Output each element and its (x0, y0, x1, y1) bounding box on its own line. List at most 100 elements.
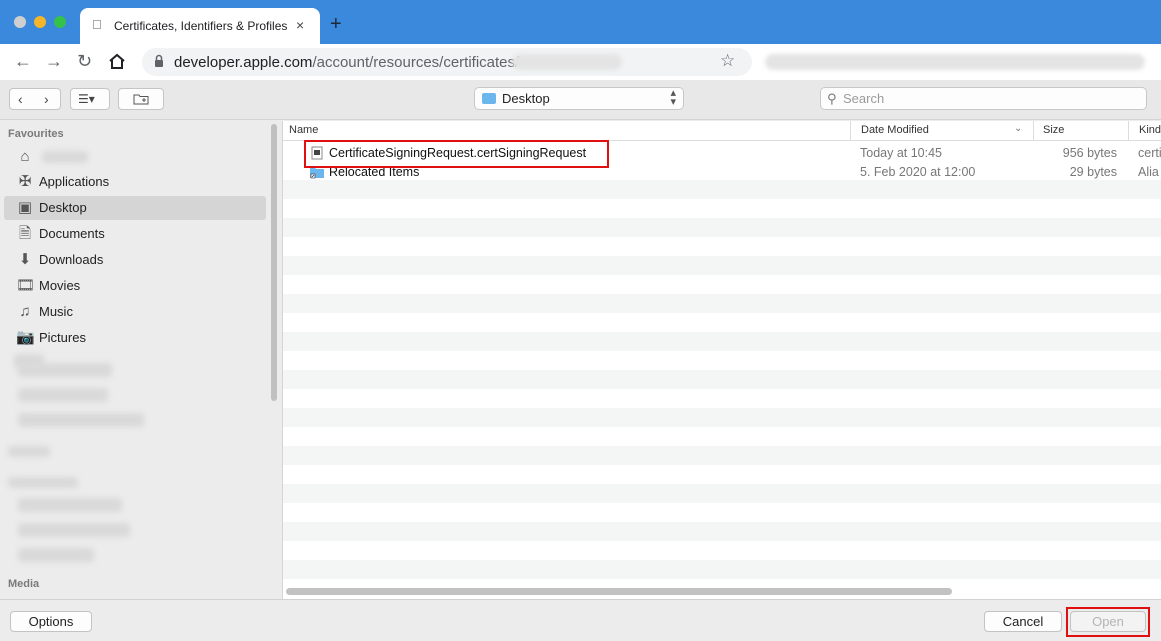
reload-icon[interactable]: ↻ (77, 52, 92, 70)
row-stripe (283, 256, 1161, 275)
sidebar-item-label: Music (39, 304, 73, 319)
new-folder-button[interactable] (118, 88, 164, 110)
minimize-window-button[interactable] (34, 16, 46, 28)
sidebar: Favourites ⌂ ✠ Applications ▣ Desktop 🗎 … (0, 121, 282, 599)
redacted-username (42, 151, 88, 163)
view-options-button[interactable]: ☰▾ (70, 88, 110, 110)
file-rows: CertificateSigningRequest.certSigningReq… (283, 142, 1161, 585)
highlight-annotation (1066, 607, 1150, 637)
sidebar-item-movies[interactable]: 🎞 Movies (4, 274, 266, 298)
desktop-icon: ▣ (17, 199, 33, 216)
sidebar-item-pictures[interactable]: 📷 Pictures (4, 326, 266, 350)
row-stripe (283, 560, 1161, 579)
cancel-button[interactable]: Cancel (984, 611, 1062, 632)
sidebar-item-label: Applications (39, 174, 110, 189)
location-popup[interactable]: Desktop ▴ ▾ (474, 87, 684, 110)
file-date: 5. Feb 2020 at 12:00 (860, 165, 976, 179)
browser-tab[interactable]:  Certificates, Identifiers & Profiles × (80, 8, 320, 44)
home-icon[interactable] (108, 53, 126, 70)
folder-icon (482, 93, 496, 104)
dialog-toolbar: ‹ › ☰▾ Desktop ▴ ▾ ⚲ (0, 80, 1161, 120)
row-stripe (283, 218, 1161, 237)
address-bar[interactable]: developer.apple.com/account/resources/ce… (142, 48, 752, 76)
sidebar-item-label: Movies (39, 278, 81, 293)
search-input[interactable] (843, 90, 1133, 107)
redacted-sidebar-item (18, 523, 130, 537)
file-size: 29 bytes (1069, 165, 1117, 179)
sidebar-item-label: Pictures (39, 330, 86, 345)
lock-icon (155, 54, 163, 67)
redacted-sidebar-item (18, 548, 94, 562)
row-stripe (283, 408, 1161, 427)
options-button[interactable]: Options (10, 611, 92, 632)
redacted-extensions (765, 54, 1145, 70)
column-separator (1033, 121, 1034, 141)
apple-icon:  (92, 18, 106, 32)
highlight-annotation (304, 140, 609, 168)
row-stripe (283, 484, 1161, 503)
bookmark-star-icon[interactable]: ☆ (720, 51, 735, 71)
column-name[interactable]: Name (289, 124, 318, 136)
sidebar-scrollbar[interactable] (271, 124, 277, 401)
row-stripe (283, 294, 1161, 313)
column-size[interactable]: Size (1043, 124, 1064, 136)
chevron-left-icon[interactable]: ‹ (18, 91, 23, 107)
browser-tabstrip:  Certificates, Identifiers & Profiles ×… (0, 0, 1161, 44)
dialog-bottom-bar: Options Cancel Open (0, 599, 1161, 641)
sort-chevron-icon: ⌄ (1014, 123, 1023, 134)
sidebar-item-label: Documents (39, 226, 105, 241)
new-folder-icon (133, 94, 149, 105)
redacted-sidebar-item (18, 413, 144, 427)
movies-icon: 🎞 (16, 277, 36, 294)
music-icon: ♫ (19, 303, 31, 320)
url-host: developer.apple.com (174, 54, 313, 71)
sidebar-item-label: Downloads (39, 252, 104, 267)
search-field[interactable]: ⚲ (820, 87, 1147, 110)
media-heading: Media (8, 578, 40, 590)
file-date: Today at 10:45 (860, 146, 943, 160)
redacted-sidebar-item (18, 498, 122, 512)
column-header: Name Date Modified ⌄ Size Kind (283, 121, 1161, 141)
updown-chevron-icon: ▴ ▾ (670, 87, 676, 108)
back-forward-control[interactable]: ‹ › (9, 88, 61, 110)
redacted-url-segment (512, 54, 622, 70)
new-tab-button[interactable]: + (330, 14, 342, 34)
file-size: 956 bytes (1062, 146, 1117, 160)
sidebar-item-downloads[interactable]: ⬇ Downloads (4, 248, 266, 272)
column-kind[interactable]: Kind (1139, 124, 1161, 136)
sidebar-item-home[interactable]: ⌂ (4, 145, 266, 169)
row-stripe (283, 332, 1161, 351)
sidebar-item-desktop[interactable]: ▣ Desktop (4, 196, 266, 220)
chevron-right-icon[interactable]: › (44, 91, 49, 107)
redacted-sidebar-item (18, 363, 112, 377)
row-stripe (283, 446, 1161, 465)
redacted-sidebar-item (18, 388, 108, 402)
sidebar-item-music[interactable]: ♫ Music (4, 300, 266, 324)
maximize-window-button[interactable] (54, 16, 66, 28)
tab-close-button[interactable]: × (296, 17, 304, 33)
url-path: /account/resources/certificates/ (312, 54, 520, 71)
pictures-icon: 📷 (16, 329, 35, 346)
documents-icon: 🗎 (18, 225, 32, 242)
tab-title: Certificates, Identifiers & Profiles (114, 19, 288, 33)
sidebar-item-applications[interactable]: ✠ Applications (4, 170, 266, 194)
applications-icon: ✠ (18, 173, 32, 190)
sidebar-item-documents[interactable]: 🗎 Documents (4, 222, 266, 246)
row-stripe (283, 180, 1161, 199)
redacted-heading (8, 446, 50, 457)
horizontal-scrollbar[interactable] (286, 588, 952, 595)
browser-navbar: ← → ↻ developer.apple.com/account/resour… (0, 44, 1161, 80)
column-separator (1128, 121, 1129, 141)
back-icon[interactable]: ← (14, 52, 32, 70)
search-icon: ⚲ (827, 91, 837, 106)
column-date-modified[interactable]: Date Modified (861, 124, 929, 136)
file-list: Name Date Modified ⌄ Size Kind Certifica… (282, 121, 1161, 599)
downloads-icon: ⬇ (18, 251, 32, 268)
close-window-button[interactable] (14, 16, 26, 28)
file-kind: Alia (1138, 165, 1159, 179)
row-stripe (283, 522, 1161, 541)
location-label: Desktop (502, 91, 550, 106)
forward-icon[interactable]: → (45, 52, 63, 70)
file-kind: certi (1138, 146, 1161, 160)
row-stripe (283, 370, 1161, 389)
